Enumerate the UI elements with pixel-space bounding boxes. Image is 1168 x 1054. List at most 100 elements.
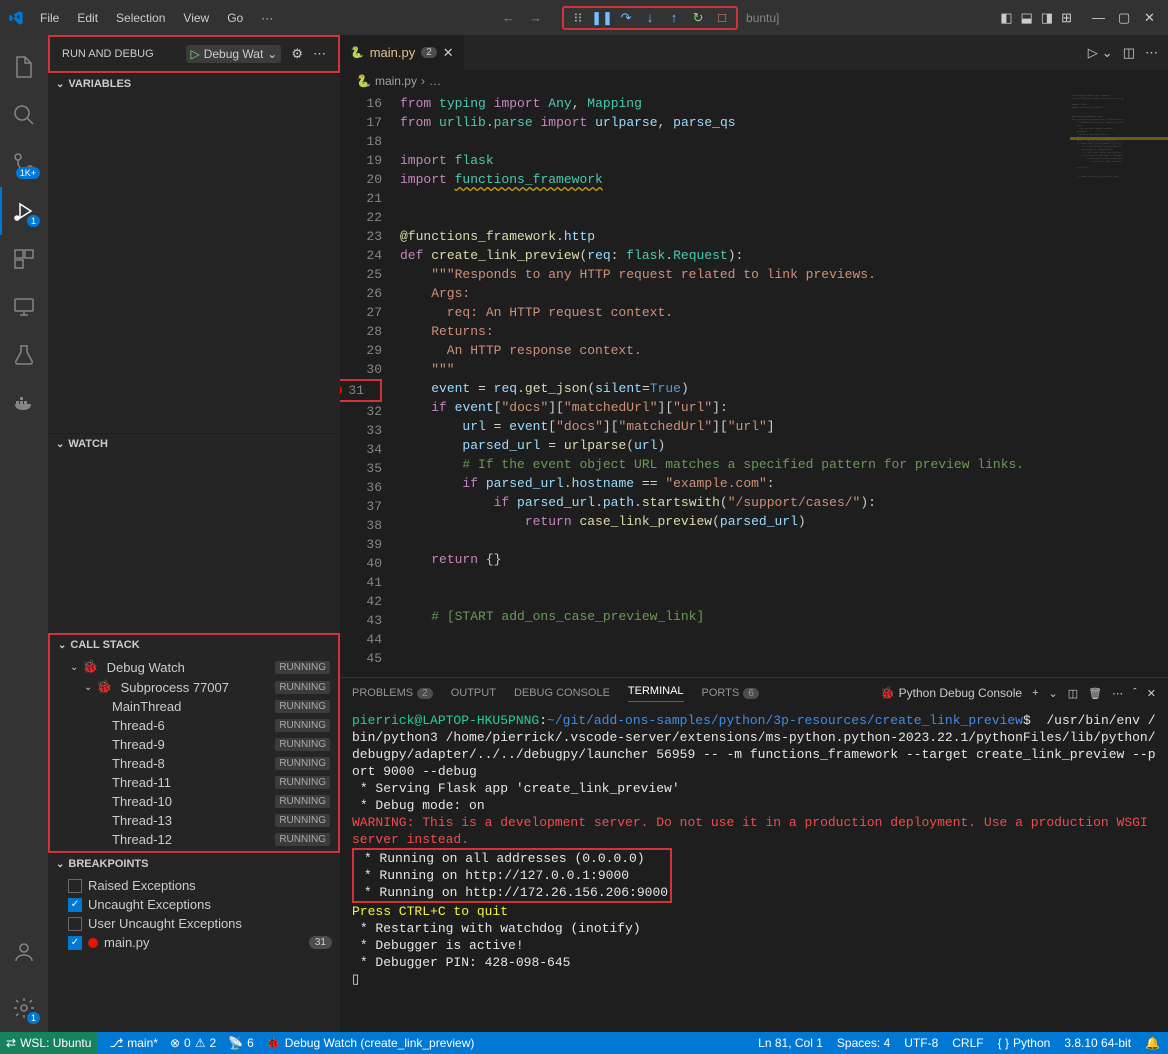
new-terminal-icon[interactable]: + — [1032, 687, 1038, 699]
customize-layout-icon[interactable]: ⊞ — [1061, 10, 1072, 26]
indentation[interactable]: Spaces: 4 — [837, 1036, 890, 1050]
variables-header[interactable]: ⌄VARIABLES — [48, 74, 340, 94]
tab-main-py[interactable]: 🐍 main.py 2 ✕ — [340, 35, 465, 70]
minimap[interactable]: from typing import Any, Mapping from url… — [1070, 92, 1168, 677]
toggle-panel-left-icon[interactable]: ◧ — [1000, 10, 1012, 26]
callstack-item[interactable]: Thread-12RUNNING — [50, 830, 338, 849]
python-interpreter[interactable]: 3.8.10 64-bit — [1064, 1036, 1131, 1050]
nav-forward-icon[interactable]: → — [529, 10, 542, 25]
testing-icon[interactable] — [0, 331, 48, 379]
callstack-item[interactable]: ⌄🐞Debug WatchRUNNING — [50, 657, 338, 677]
menu-···[interactable]: ··· — [253, 7, 281, 29]
chevron-down-icon[interactable]: ⌄ — [1102, 45, 1113, 61]
tab-debug-console[interactable]: DEBUG CONSOLE — [514, 687, 610, 699]
accounts-icon[interactable] — [0, 928, 48, 976]
nav-back-icon[interactable]: ← — [502, 10, 515, 25]
toggle-panel-bottom-icon[interactable]: ⬓ — [1021, 10, 1033, 26]
breakpoint-dot-icon[interactable] — [340, 385, 342, 395]
eol[interactable]: CRLF — [952, 1036, 983, 1050]
cursor-position[interactable]: Ln 81, Col 1 — [758, 1036, 823, 1050]
step-out-icon[interactable]: ↑ — [666, 10, 682, 26]
checkbox-checked-icon[interactable]: ✓ — [68, 936, 82, 950]
breadcrumb[interactable]: 🐍 main.py › … — [340, 70, 1168, 92]
maximize-icon[interactable]: ▢ — [1118, 10, 1134, 26]
status-badge: RUNNING — [275, 719, 330, 732]
checkbox-icon[interactable] — [68, 879, 82, 893]
settings-icon[interactable]: 1 — [0, 984, 48, 1032]
remote-explorer-icon[interactable] — [0, 283, 48, 331]
tab-terminal[interactable]: TERMINAL — [628, 685, 684, 702]
close-panel-icon[interactable]: ✕ — [1147, 687, 1156, 700]
menu-selection[interactable]: Selection — [108, 7, 173, 29]
bp-raised-exceptions[interactable]: Raised Exceptions — [48, 876, 340, 895]
menu-view[interactable]: View — [175, 7, 217, 29]
status-badge: RUNNING — [275, 814, 330, 827]
source-control-icon[interactable]: 1K+ — [0, 139, 48, 187]
more-icon[interactable]: ⋯ — [1112, 687, 1123, 700]
drag-handle-icon[interactable]: ⁝⁝ — [570, 10, 586, 26]
checkbox-icon[interactable] — [68, 917, 82, 931]
branch-icon: ⎇ — [109, 1036, 123, 1050]
menu-file[interactable]: File — [32, 7, 67, 29]
language-mode[interactable]: { }Python — [998, 1036, 1051, 1050]
close-icon[interactable]: ✕ — [1144, 10, 1160, 26]
maximize-panel-icon[interactable]: ˆ — [1133, 687, 1137, 699]
gear-icon[interactable]: ⚙ — [291, 46, 303, 62]
run-debug-icon[interactable]: 1 — [0, 187, 48, 235]
split-terminal-icon[interactable]: ◫ — [1068, 687, 1078, 700]
tab-output[interactable]: OUTPUT — [451, 687, 496, 699]
close-tab-icon[interactable]: ✕ — [443, 45, 454, 61]
callstack-item[interactable]: Thread-9RUNNING — [50, 735, 338, 754]
step-over-icon[interactable]: ↷ — [618, 10, 634, 26]
chevron-down-icon: ⌄ — [58, 640, 66, 651]
callstack-item[interactable]: MainThreadRUNNING — [50, 697, 338, 716]
tab-ports[interactable]: PORTS6 — [702, 687, 759, 699]
terminal-output[interactable]: pierrick@LAPTOP-HKU5PNNG:~/git/add-ons-s… — [340, 708, 1168, 1032]
more-icon[interactable]: ⋯ — [313, 46, 326, 62]
remote-indicator[interactable]: ⇄WSL: Ubuntu — [0, 1032, 97, 1054]
callstack-item[interactable]: Thread-8RUNNING — [50, 754, 338, 773]
git-branch[interactable]: ⎇main* — [109, 1036, 158, 1050]
callstack-header[interactable]: ⌄CALL STACK — [50, 635, 338, 655]
split-editor-icon[interactable]: ◫ — [1123, 45, 1135, 61]
vscode-logo-icon — [8, 10, 24, 26]
encoding[interactable]: UTF-8 — [904, 1036, 938, 1050]
stop-icon[interactable]: □ — [714, 10, 730, 26]
bp-uncaught-exceptions[interactable]: ✓Uncaught Exceptions — [48, 895, 340, 914]
minimize-icon[interactable]: — — [1092, 10, 1108, 26]
kill-terminal-icon[interactable]: 🗑 — [1088, 687, 1102, 700]
callstack-item[interactable]: Thread-6RUNNING — [50, 716, 338, 735]
bug-icon: 🐞 — [96, 679, 112, 695]
tab-problems[interactable]: PROBLEMS2 — [352, 687, 433, 699]
bp-user-uncaught[interactable]: User Uncaught Exceptions — [48, 914, 340, 933]
more-actions-icon[interactable]: ⋯ — [1145, 45, 1158, 61]
toggle-panel-right-icon[interactable]: ◨ — [1041, 10, 1053, 26]
docker-icon[interactable] — [0, 379, 48, 427]
bp-file-main[interactable]: ✓main.py31 — [48, 933, 340, 952]
problems-status[interactable]: ⊗0⚠2 — [170, 1036, 216, 1050]
step-into-icon[interactable]: ↓ — [642, 10, 658, 26]
code-editor[interactable]: 1617181920212223242526272829303132333435… — [340, 92, 1168, 677]
watch-section: ⌄WATCH — [48, 433, 340, 633]
menu-go[interactable]: Go — [219, 7, 251, 29]
pause-icon[interactable]: ❚❚ — [594, 10, 610, 26]
debug-config-dropdown[interactable]: ▷ Debug Wat ⌄ — [186, 45, 281, 63]
watch-header[interactable]: ⌄WATCH — [48, 434, 340, 454]
explorer-icon[interactable] — [0, 43, 48, 91]
ports-status[interactable]: 📡6 — [228, 1036, 254, 1050]
breakpoints-header[interactable]: ⌄BREAKPOINTS — [48, 854, 340, 874]
callstack-item[interactable]: ⌄🐞Subprocess 77007RUNNING — [50, 677, 338, 697]
breakpoint-dot-icon — [88, 938, 98, 948]
restart-icon[interactable]: ↻ — [690, 10, 706, 26]
notifications-icon[interactable]: 🔔 — [1145, 1036, 1160, 1050]
run-file-icon[interactable]: ▷ — [1088, 45, 1098, 61]
search-icon[interactable] — [0, 91, 48, 139]
debug-status[interactable]: 🐞Debug Watch (create_link_preview) — [266, 1036, 475, 1050]
callstack-item[interactable]: Thread-11RUNNING — [50, 773, 338, 792]
checkbox-checked-icon[interactable]: ✓ — [68, 898, 82, 912]
callstack-item[interactable]: Thread-10RUNNING — [50, 792, 338, 811]
chevron-down-icon[interactable]: ⌄ — [1049, 687, 1058, 700]
callstack-item[interactable]: Thread-13RUNNING — [50, 811, 338, 830]
menu-edit[interactable]: Edit — [69, 7, 106, 29]
extensions-icon[interactable] — [0, 235, 48, 283]
